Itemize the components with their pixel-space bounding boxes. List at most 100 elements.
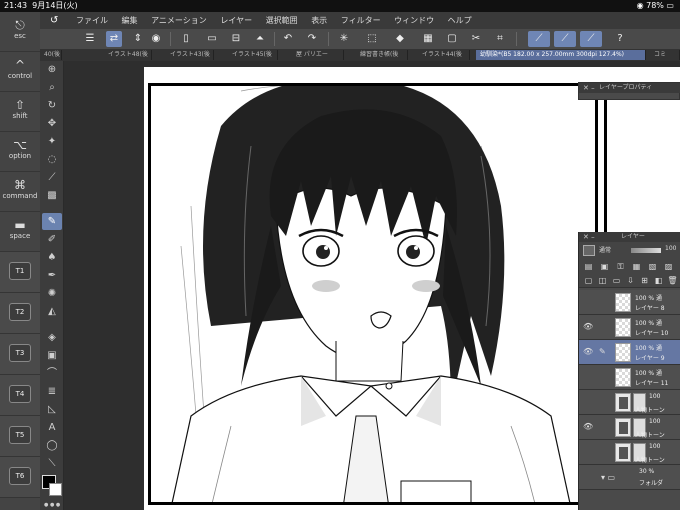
menu-edit[interactable]: 編集 <box>122 16 138 25</box>
brush-icon[interactable]: ♠ <box>42 249 62 266</box>
menu-layer[interactable]: レイヤー <box>220 16 252 25</box>
menu-selection[interactable]: 選択範囲 <box>266 16 298 25</box>
eye-icon[interactable]: 👁 <box>583 422 593 431</box>
eye-icon[interactable]: 👁 <box>583 347 593 356</box>
tab-doc-5[interactable]: 屋 パリエー <box>292 50 344 60</box>
eye-icon[interactable]: 👁 <box>583 322 593 331</box>
close-icon[interactable]: ✕ – <box>583 232 595 242</box>
palette-dots-icon[interactable]: ● ● ● <box>44 502 62 508</box>
opacity-value[interactable]: 100 <box>665 245 676 252</box>
fill-icon[interactable]: ◆ <box>392 31 408 47</box>
open-folder-icon[interactable]: ▭ <box>204 31 220 47</box>
tab-doc-3[interactable]: イラスト43(後 <box>166 50 214 60</box>
quick-access-icon[interactable]: ⇄ <box>106 31 122 47</box>
merge-icon[interactable]: ⊞ <box>639 275 650 286</box>
layer-stack-icon[interactable]: ≣ <box>42 383 62 400</box>
delete-icon[interactable]: ▢ <box>444 31 460 47</box>
transfer-icon[interactable]: ⇩ <box>625 275 636 286</box>
palette-color-icon[interactable]: ▨ <box>663 261 674 272</box>
sub-color[interactable] <box>49 483 62 496</box>
key-t1[interactable]: T1 <box>0 252 40 293</box>
lasso-icon[interactable]: ◌ <box>42 151 62 168</box>
tab-doc-9[interactable]: コミ <box>650 50 680 60</box>
gradient-icon[interactable]: ▣ <box>42 347 62 364</box>
balloon-icon[interactable]: ◯ <box>42 437 62 454</box>
undo-icon[interactable]: ↶ <box>280 31 296 47</box>
eyedropper-icon[interactable]: ⟋ <box>42 169 62 186</box>
tab-doc-7[interactable]: イラスト44(後 <box>418 50 470 60</box>
new-vector-icon[interactable]: ◫ <box>597 275 608 286</box>
ruler-icon[interactable]: ◺ <box>42 401 62 418</box>
search-icon[interactable]: ⌕ <box>42 79 62 96</box>
rotate-icon[interactable]: ↻ <box>42 97 62 114</box>
layer-row[interactable]: 100 % 通 レイヤー 8 <box>579 290 680 315</box>
reference-icon[interactable]: ▦ <box>631 261 642 272</box>
pen-icon[interactable]: ✎ <box>42 213 62 230</box>
zoom-icon[interactable]: ⊕ <box>42 61 62 78</box>
text-icon[interactable]: A <box>42 419 62 436</box>
tab-doc-6[interactable]: 練習書き帳(後 <box>356 50 408 60</box>
opacity-slider[interactable] <box>631 248 661 253</box>
menu-help[interactable]: ヘルプ <box>448 16 472 25</box>
hamburger-icon[interactable]: ☰ <box>82 31 98 47</box>
ruler-snap-icon[interactable]: ⟋ <box>528 31 550 47</box>
key-t3[interactable]: T3 <box>0 334 40 375</box>
clear-icon[interactable]: ▦ <box>420 31 436 47</box>
redo-icon[interactable]: ↷ <box>304 31 320 47</box>
tab-doc-4[interactable]: イラスト45(後 <box>228 50 278 60</box>
layer-row-folder[interactable]: ▾ ▭ 30 % フォルダ <box>579 465 680 490</box>
lock-icon[interactable]: ⚿ <box>615 261 626 272</box>
menu-filter[interactable]: フィルター <box>341 16 381 25</box>
cut-icon[interactable]: ✂ <box>468 31 484 47</box>
pencil-icon[interactable]: ✐ <box>42 231 62 248</box>
layer-row-selected[interactable]: 👁 ✎ 100 % 通 レイヤー 9 <box>579 340 680 365</box>
figure-icon[interactable]: ⌒ <box>42 365 62 382</box>
layer-row[interactable]: 100 人物トーン <box>579 390 680 415</box>
layer-row[interactable]: 100 % 通 レイヤー 11 <box>579 365 680 390</box>
layer-row[interactable]: 👁 100 人物トーン <box>579 415 680 440</box>
key-t2[interactable]: T2 <box>0 293 40 334</box>
trash-icon[interactable]: 🗑 <box>667 275 678 286</box>
app-logo-icon[interactable]: ↺ <box>50 12 58 29</box>
menu-file[interactable]: ファイル <box>76 16 108 25</box>
ink-icon[interactable]: ✒ <box>42 267 62 284</box>
tab-doc-1[interactable]: 40(後 <box>40 50 62 60</box>
pattern-icon[interactable]: ▩ <box>42 187 62 204</box>
key-t6[interactable]: T6 <box>0 457 40 498</box>
new-file-icon[interactable]: ▯ <box>178 31 194 47</box>
key-control[interactable]: ^ control <box>0 52 40 92</box>
folder-icon[interactable]: ▾ ▭ <box>601 473 615 482</box>
key-esc[interactable]: ⎋ esc <box>0 12 40 52</box>
tab-doc-2[interactable]: イラスト48(後 <box>104 50 152 60</box>
layer-color-swatch[interactable] <box>583 245 595 256</box>
key-t5[interactable]: T5 <box>0 416 40 457</box>
key-command[interactable]: ⌘ command <box>0 172 40 212</box>
bucket-icon[interactable]: ◈ <box>42 329 62 346</box>
key-t4[interactable]: T4 <box>0 375 40 416</box>
key-shift[interactable]: ⇧ shift <box>0 92 40 132</box>
layer-mask-icon[interactable]: ▤ <box>583 261 594 272</box>
layer-row[interactable]: 100 人物トーン <box>579 440 680 465</box>
blend-mode-select[interactable]: 通常 <box>599 245 611 254</box>
menu-view[interactable]: 表示 <box>311 16 327 25</box>
help-icon[interactable]: ? <box>612 31 628 47</box>
special-ruler-snap-icon[interactable]: ⟋ <box>554 31 576 47</box>
grid-snap-icon[interactable]: ⟋ <box>580 31 602 47</box>
color-swatch[interactable] <box>42 475 62 497</box>
crop-icon[interactable]: ⌗ <box>492 31 508 47</box>
transform-icon[interactable]: ⬚ <box>364 31 380 47</box>
layer-clip-icon[interactable]: ▣ <box>599 261 610 272</box>
export-icon[interactable]: ⏶ <box>252 31 268 47</box>
draft-icon[interactable]: ▧ <box>647 261 658 272</box>
menu-animation[interactable]: アニメーション <box>151 16 207 25</box>
new-folder-icon[interactable]: ▭ <box>611 275 622 286</box>
record-icon[interactable]: ◉ <box>148 31 164 47</box>
mask-add-icon[interactable]: ◧ <box>653 275 664 286</box>
line-icon[interactable]: ⟍ <box>42 455 62 472</box>
move-icon[interactable]: ✥ <box>42 115 62 132</box>
save-icon[interactable]: ⊟ <box>228 31 244 47</box>
new-raster-icon[interactable]: ▢ <box>583 275 594 286</box>
stepper-icon[interactable]: ⇕ <box>130 31 146 47</box>
key-option[interactable]: ⌥ option <box>0 132 40 172</box>
tab-doc-active[interactable]: 幼馴染*(B5 182.00 x 257.00mm 300dpi 127.4%) <box>476 50 646 60</box>
